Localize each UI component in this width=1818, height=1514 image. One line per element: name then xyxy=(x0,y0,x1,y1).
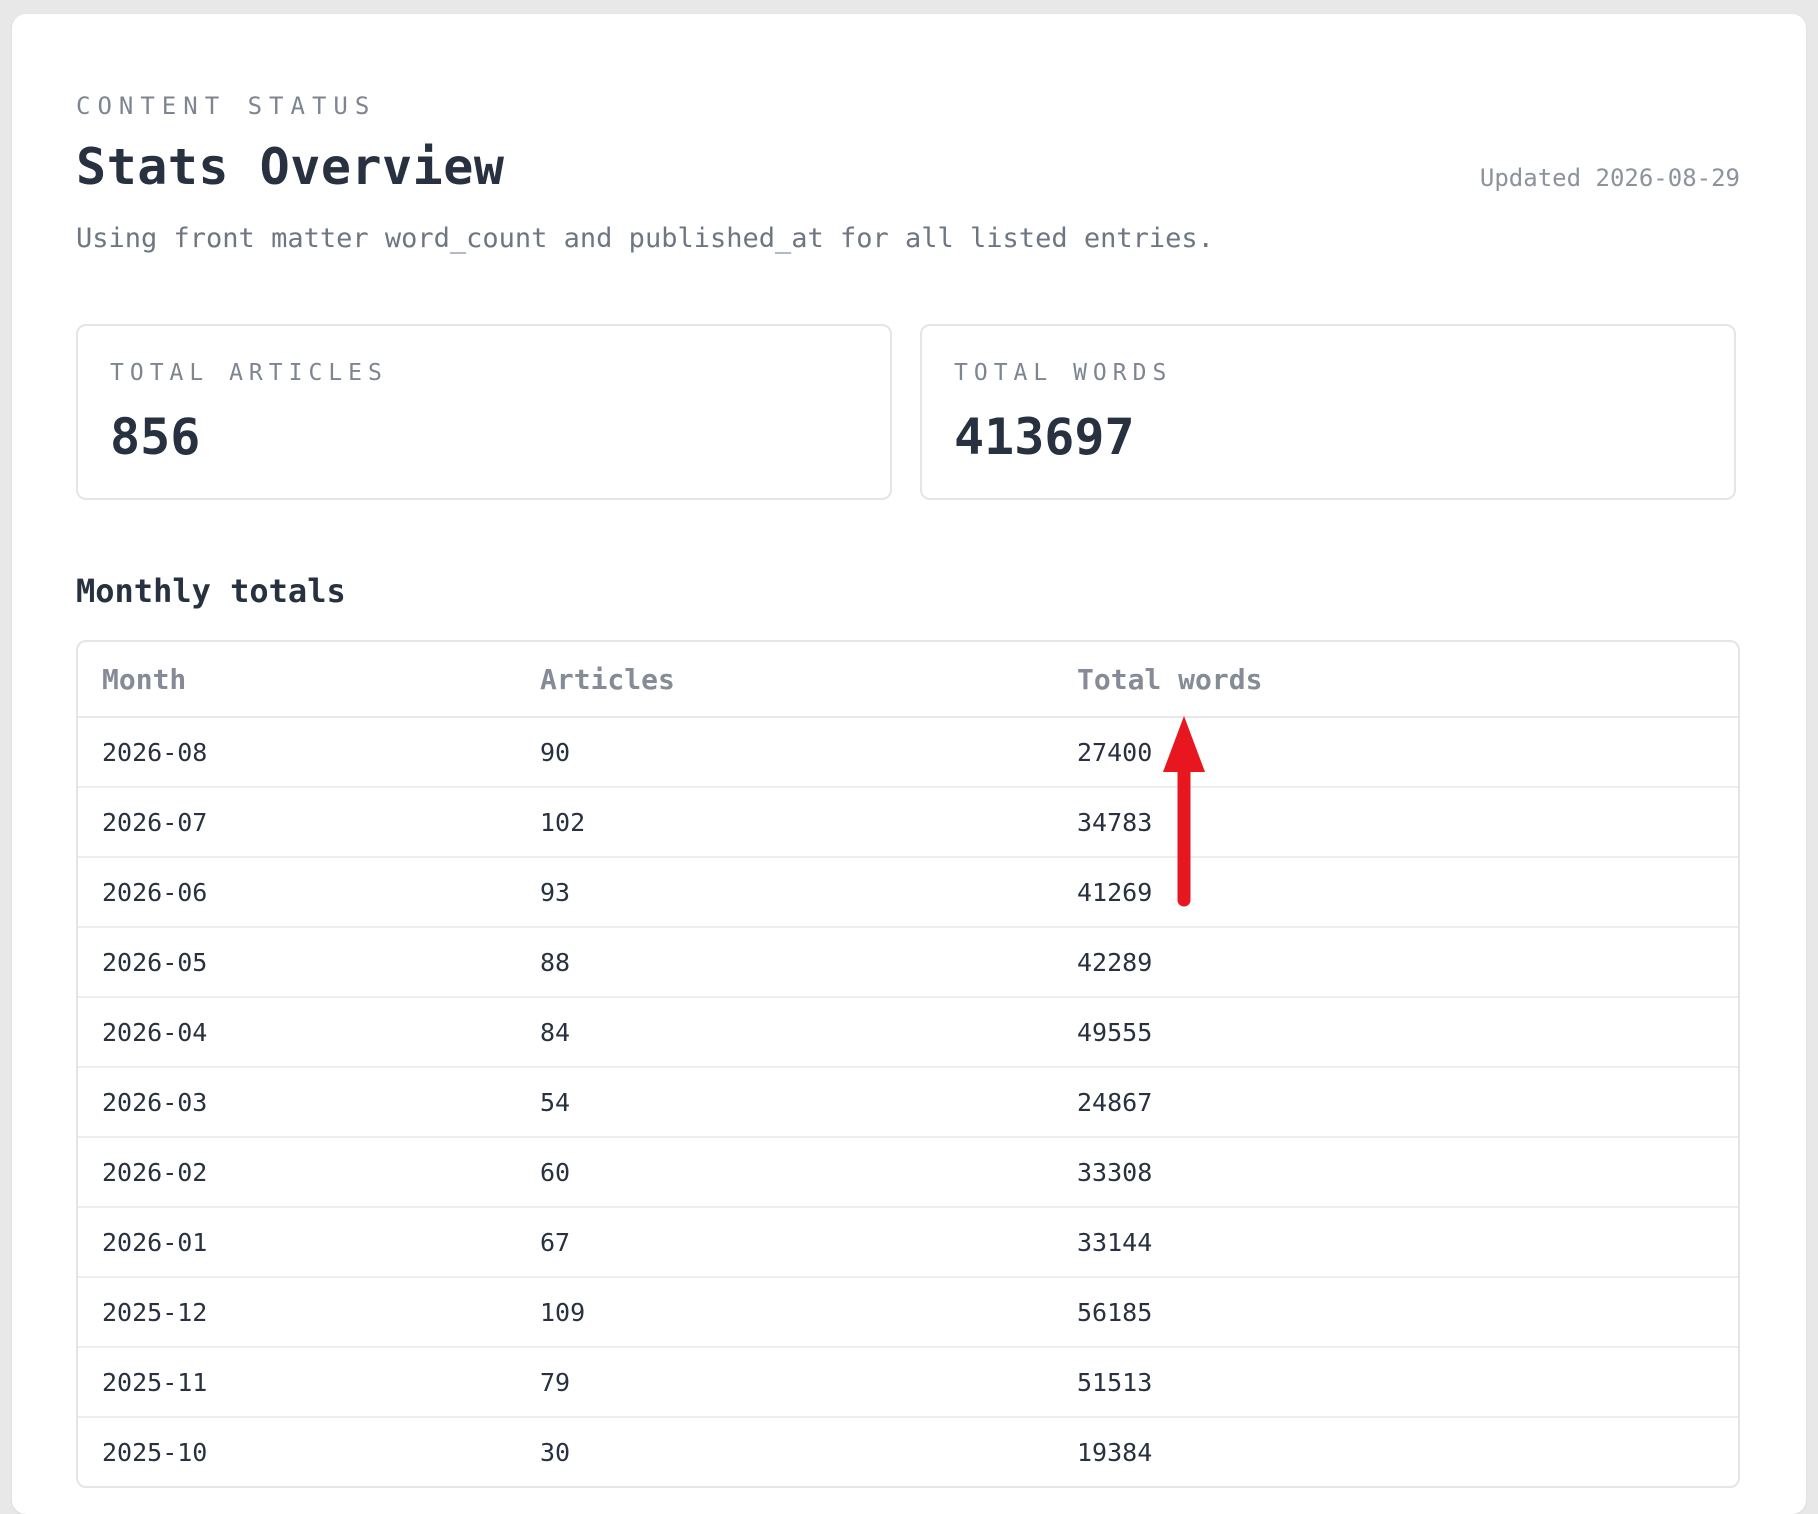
total-words-cell: 56185 xyxy=(1053,1277,1738,1348)
articles-cell: 54 xyxy=(516,1067,1053,1138)
table-row: 2026-06 93 41269 xyxy=(78,857,1738,928)
articles-cell: 60 xyxy=(516,1137,1053,1208)
month-cell: 2026-06 xyxy=(78,857,516,928)
table-row: 2025-10 30 19384 xyxy=(78,1417,1738,1486)
table-row: 2026-03 54 24867 xyxy=(78,1067,1738,1138)
table-row: 2026-02 60 33308 xyxy=(78,1137,1738,1208)
page-title: Stats Overview xyxy=(76,138,505,196)
total-words-cell: 19384 xyxy=(1077,1437,1153,1467)
monthly-totals-table: Month Articles Total words 2026-08 90 2740… xyxy=(76,640,1740,1488)
total-words-cell: 33308 xyxy=(1053,1137,1738,1208)
table-row: 2025-11 79 51513 xyxy=(78,1347,1738,1418)
articles-cell: 84 xyxy=(516,997,1053,1068)
updated-timestamp: Updated 2026-08-29 xyxy=(1479,164,1740,192)
month-cell: 2026-01 xyxy=(78,1207,516,1278)
month-cell: 2026-02 xyxy=(78,1137,516,1208)
table-header-row: Month Articles Total words xyxy=(78,642,1738,718)
total-words-cell: 24867 xyxy=(1053,1067,1738,1138)
content-status-panel: CONTENT STATUS Stats Overview Updated 20… xyxy=(12,14,1806,1514)
articles-cell: 93 xyxy=(516,857,1053,928)
month-cell: 2026-03 xyxy=(78,1067,516,1138)
total-articles-card: TOTAL ARTICLES 856 xyxy=(76,324,892,500)
total-articles-value: 856 xyxy=(110,408,201,466)
month-cell: 2025-12 xyxy=(78,1277,516,1348)
section-eyebrow: CONTENT STATUS xyxy=(76,92,377,120)
total-words-cell: 41269 xyxy=(1053,857,1738,928)
month-cell: 2025-10 xyxy=(102,1437,208,1467)
column-header-articles[interactable]: Articles xyxy=(516,642,1053,718)
total-words-value: 413697 xyxy=(954,408,1135,466)
total-words-label: TOTAL WORDS xyxy=(954,360,1173,386)
table-row: 2026-01 67 33144 xyxy=(78,1207,1738,1278)
month-cell: 2026-05 xyxy=(78,927,516,998)
total-words-cell: 27400 xyxy=(1053,717,1738,788)
articles-cell: 88 xyxy=(516,927,1053,998)
articles-cell: 90 xyxy=(516,717,1053,788)
column-header-total-words[interactable]: Total words xyxy=(1053,642,1738,718)
month-cell: 2026-07 xyxy=(78,787,516,858)
month-cell: 2026-04 xyxy=(78,997,516,1068)
table-row: 2026-07 102 34783 xyxy=(78,787,1738,858)
total-words-cell: 51513 xyxy=(1053,1347,1738,1418)
table-row: 2026-08 90 27400 xyxy=(78,717,1738,788)
total-words-cell: 42289 xyxy=(1053,927,1738,998)
total-words-cell: 33144 xyxy=(1053,1207,1738,1278)
month-cell: 2026-08 xyxy=(78,717,516,788)
table-row: 2026-05 88 42289 xyxy=(78,927,1738,998)
month-cell: 2025-11 xyxy=(78,1347,516,1418)
articles-cell: 79 xyxy=(516,1347,1053,1418)
total-words-cell: 49555 xyxy=(1053,997,1738,1068)
table-row: 2025-12 109 56185 xyxy=(78,1277,1738,1348)
articles-cell: 109 xyxy=(516,1277,1053,1348)
table-body: 2026-08 90 27400 2026-07 102 34783 2026-06 93… xyxy=(78,717,1738,1486)
table-row: 2026-04 84 49555 xyxy=(78,997,1738,1068)
articles-cell: 102 xyxy=(516,787,1053,858)
column-header-month[interactable]: Month xyxy=(78,642,516,718)
total-articles-label: TOTAL ARTICLES xyxy=(110,360,388,386)
articles-cell: 67 xyxy=(516,1207,1053,1278)
monthly-totals-heading: Monthly totals xyxy=(76,572,346,610)
articles-cell: 30 xyxy=(540,1437,571,1467)
total-words-cell: 34783 xyxy=(1053,787,1738,858)
total-words-card: TOTAL WORDS 413697 xyxy=(920,324,1736,500)
page-subtitle: Using front matter word_count and publis… xyxy=(76,223,1214,254)
